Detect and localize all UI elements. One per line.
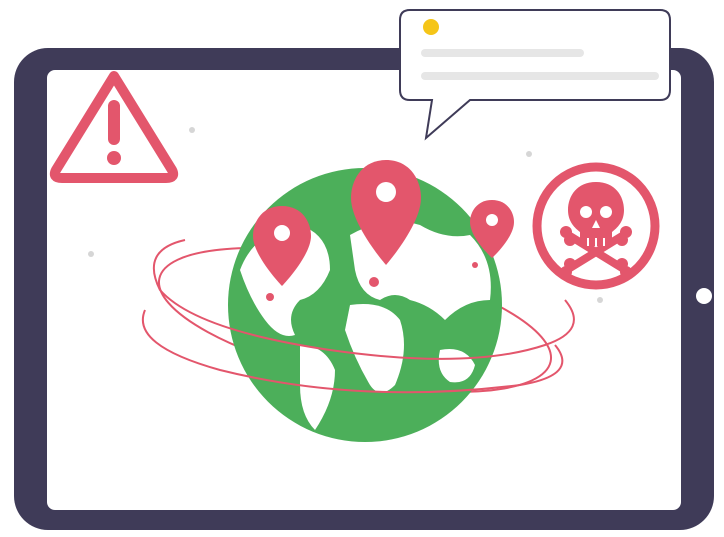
notification-dot <box>423 19 439 35</box>
security-illustration <box>14 9 714 530</box>
tablet-home-button[interactable] <box>696 288 712 304</box>
